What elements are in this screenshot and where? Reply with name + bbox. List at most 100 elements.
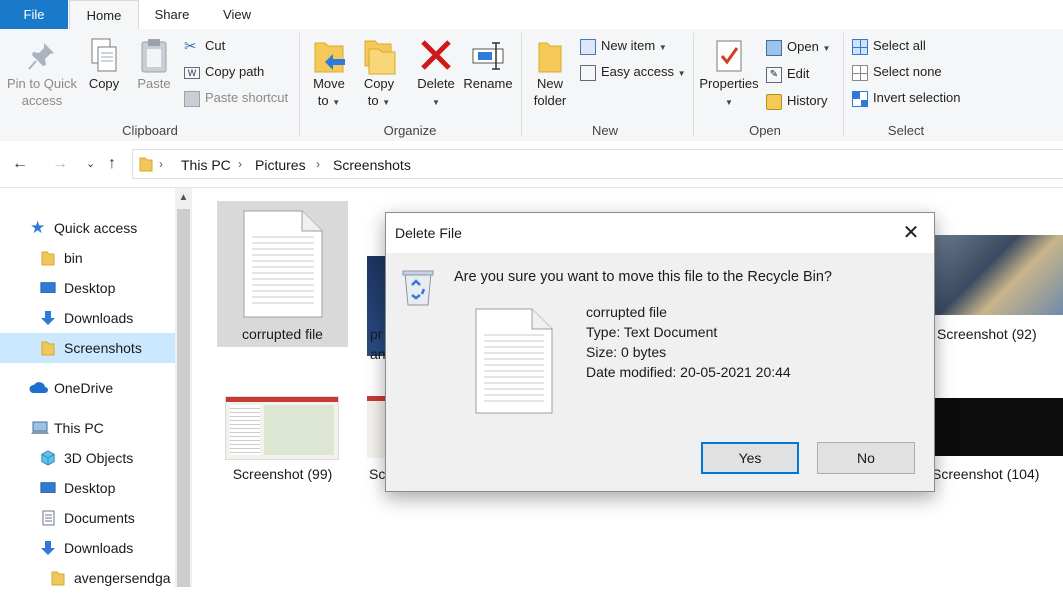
new-folder-button[interactable]: New folder xyxy=(527,35,573,109)
breadcrumb-this-pc[interactable]: This PC xyxy=(181,157,231,173)
sidebar-item-quick-access[interactable]: ★ Quick access xyxy=(0,213,175,243)
folder-icon xyxy=(51,571,65,586)
sidebar-item-downloads[interactable]: Downloads xyxy=(0,303,175,333)
select-none-button[interactable]: Select none xyxy=(852,61,942,83)
star-icon: ★ xyxy=(30,218,46,237)
edit-button[interactable]: ✎ Edit xyxy=(766,63,809,85)
sidebar-item-this-pc[interactable]: This PC xyxy=(0,413,175,443)
scrollbar-thumb[interactable] xyxy=(177,209,190,587)
sidebar-item-label: OneDrive xyxy=(54,380,114,396)
paste-shortcut-label: Paste shortcut xyxy=(205,90,289,105)
text-document-icon xyxy=(243,210,323,318)
invert-selection-button[interactable]: Invert selection xyxy=(852,87,960,109)
file-name: corrupted file xyxy=(242,326,323,342)
close-icon[interactable]: ✕ xyxy=(888,213,934,253)
rename-label: Rename xyxy=(463,76,513,91)
navigation-pane: ★ Quick access bin Desktop Downloads Scr… xyxy=(0,188,175,587)
pin-to-quick-access-button[interactable]: Pin to Quick access xyxy=(4,35,80,109)
copy-path-button[interactable]: W Copy path xyxy=(184,61,264,83)
select-none-label: Select none xyxy=(873,64,942,79)
chevron-down-icon: ▼ xyxy=(677,69,686,78)
dialog-file-name: corrupted file xyxy=(586,304,667,320)
sidebar-item-3d-objects[interactable]: 3D Objects xyxy=(0,443,175,473)
paste-button[interactable]: Paste xyxy=(132,35,176,92)
sidebar-item-downloads-2[interactable]: Downloads xyxy=(0,533,175,563)
cube-icon xyxy=(41,450,55,466)
yes-button[interactable]: Yes xyxy=(701,442,799,474)
tab-file[interactable]: File xyxy=(0,0,68,29)
tab-home[interactable]: Home xyxy=(69,0,139,31)
ribbon-separator xyxy=(693,33,694,137)
file-item-screenshot-104[interactable]: Screenshot (104) xyxy=(932,386,1063,496)
properties-icon xyxy=(716,40,742,72)
new-folder-label-1: New xyxy=(536,76,563,91)
no-button[interactable]: No xyxy=(817,442,915,474)
file-item-screenshot-92[interactable]: Screenshot (92) xyxy=(932,201,1063,347)
sidebar-item-avengersendga[interactable]: avengersendga xyxy=(0,563,175,593)
select-all-icon xyxy=(852,38,868,55)
new-folder-icon xyxy=(538,42,562,73)
move-to-button[interactable]: Move to ▼ xyxy=(308,35,350,111)
breadcrumb-pictures[interactable]: Pictures xyxy=(255,157,306,173)
sidebar-item-label: Downloads xyxy=(64,540,134,556)
breadcrumb-separator-icon[interactable]: › xyxy=(159,157,163,171)
back-arrow-icon[interactable]: ← xyxy=(12,155,28,173)
breadcrumb-separator-icon[interactable]: › xyxy=(316,157,320,171)
sidebar-item-screenshots[interactable]: Screenshots xyxy=(0,333,175,363)
chevron-down-icon: ▼ xyxy=(382,98,391,107)
sidebar-item-onedrive[interactable]: OneDrive xyxy=(0,373,175,403)
file-item-corrupted-file[interactable]: corrupted file xyxy=(217,201,348,347)
file-item-screenshot-99[interactable]: Screenshot (99) xyxy=(217,386,348,496)
forward-arrow-icon[interactable]: → xyxy=(52,155,68,173)
thumbnail-image xyxy=(367,396,387,458)
breadcrumb-separator-icon[interactable]: › xyxy=(238,157,242,171)
download-icon xyxy=(41,311,55,325)
dialog-title-bar: Delete File ✕ xyxy=(386,213,934,253)
open-button[interactable]: Open ▼ xyxy=(766,36,830,58)
tab-view[interactable]: View xyxy=(205,0,269,29)
recent-locations-chevron-icon[interactable]: ⌄ xyxy=(86,157,95,170)
copy-path-icon: W xyxy=(184,66,200,79)
open-group-label: Open xyxy=(749,123,781,138)
easy-access-button[interactable]: Easy access ▼ xyxy=(580,61,686,83)
invert-selection-icon xyxy=(852,90,868,107)
sidebar-item-documents[interactable]: Documents xyxy=(0,503,175,533)
scissors-icon: ✂ xyxy=(184,37,197,55)
address-box[interactable]: › This PC › Pictures › Screenshots xyxy=(132,149,1063,179)
easy-access-label: Easy access xyxy=(601,64,674,79)
sidebar-item-label: 3D Objects xyxy=(64,450,134,466)
copy-label: Copy xyxy=(88,76,120,91)
copy-to-button[interactable]: Copy to ▼ xyxy=(358,35,400,111)
breadcrumb-screenshots[interactable]: Screenshots xyxy=(333,157,411,173)
computer-icon xyxy=(31,421,49,434)
download-icon xyxy=(41,541,55,555)
copy-button[interactable]: Copy xyxy=(82,35,126,92)
rename-button[interactable]: Rename xyxy=(462,35,514,92)
sidebar-item-bin[interactable]: bin xyxy=(0,243,175,273)
paste-icon xyxy=(141,39,167,73)
properties-button[interactable]: Properties ▼ xyxy=(696,35,762,111)
history-button[interactable]: History xyxy=(766,90,827,112)
tab-share[interactable]: Share xyxy=(140,0,204,29)
pin-icon xyxy=(28,43,54,70)
folder-icon xyxy=(139,157,153,172)
sidebar-item-label: avengersendga xyxy=(74,570,171,586)
history-icon xyxy=(766,93,782,110)
delete-button[interactable]: Delete ▼ xyxy=(414,35,458,111)
cut-button[interactable]: ✂ Cut xyxy=(184,35,225,57)
up-arrow-icon[interactable]: ↑ xyxy=(108,155,116,173)
organize-group-label: Organize xyxy=(383,123,437,138)
paste-shortcut-button[interactable]: Paste shortcut xyxy=(184,87,288,109)
folder-icon xyxy=(41,341,55,356)
paste-shortcut-icon xyxy=(184,90,200,107)
chevron-down-icon: ▼ xyxy=(658,43,667,52)
file-name: an xyxy=(370,346,386,362)
scroll-up-arrow-icon[interactable]: ▲ xyxy=(175,188,192,208)
sidebar-item-desktop[interactable]: Desktop xyxy=(0,273,175,303)
dialog-file-type: Type: Text Document xyxy=(586,324,718,340)
select-all-button[interactable]: Select all xyxy=(852,35,926,57)
cloud-icon xyxy=(29,382,48,393)
sidebar-scrollbar[interactable]: ▲ xyxy=(175,188,192,587)
new-item-button[interactable]: New item ▼ xyxy=(580,35,667,57)
sidebar-item-desktop-2[interactable]: Desktop xyxy=(0,473,175,503)
